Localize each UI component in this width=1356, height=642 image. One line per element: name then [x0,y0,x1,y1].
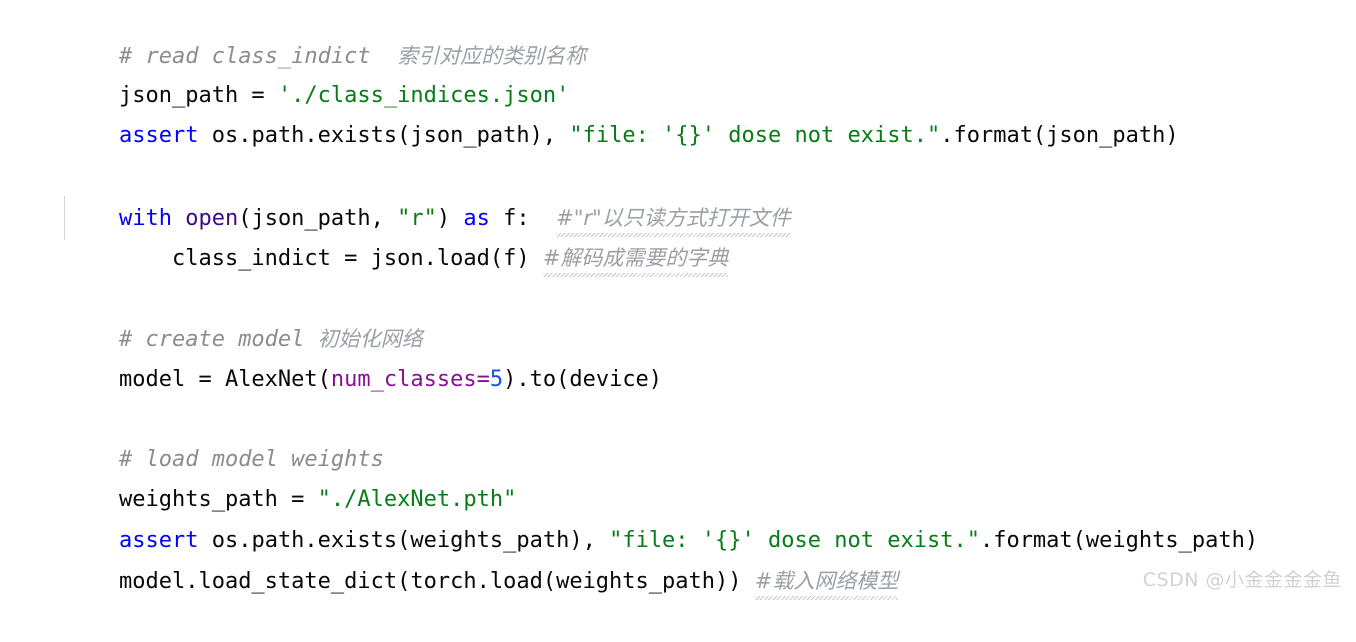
code-line-13[interactable]: assert os.path.exists(weights_path), "fi… [0,481,1356,553]
code-line-2[interactable]: json_path = './class_indices.json' [0,36,1356,108]
code-line-10-blank[interactable] [0,360,1356,400]
code-line-1[interactable]: # read class_indict 索引对应的类别名称 [0,0,1356,69]
code-line-3[interactable]: assert os.path.exists(json_path), "file:… [0,76,1356,148]
token-load-state-dict: model.load_state_dict(torch.load(weights… [118,569,755,594]
csdn-watermark: CSDN @小金金金金鱼 [1142,569,1342,591]
code-line-5[interactable]: with open(json_path, "r") as f: #"r"以只读方… [0,158,1356,237]
code-line-4-blank[interactable] [0,116,1356,156]
code-line-14[interactable]: model.load_state_dict(torch.load(weights… [0,521,1356,600]
code-line-8[interactable]: # create model 初始化网络 [0,279,1356,352]
code-line-12[interactable]: weights_path = "./AlexNet.pth" [0,440,1356,512]
code-line-9[interactable]: model = AlexNet(num_classes=5).to(device… [0,320,1356,392]
code-line-11[interactable]: # load model weights [0,400,1356,472]
code-line-7-blank[interactable] [0,238,1356,278]
code-editor-canvas[interactable]: # read class_indict 索引对应的类别名称 json_path … [0,0,1356,600]
comment-cn-load-network-model: #载入网络模型 [754,561,898,601]
code-line-6[interactable]: class_indict = json.load(f) #解码成需要的字典 [0,198,1356,277]
